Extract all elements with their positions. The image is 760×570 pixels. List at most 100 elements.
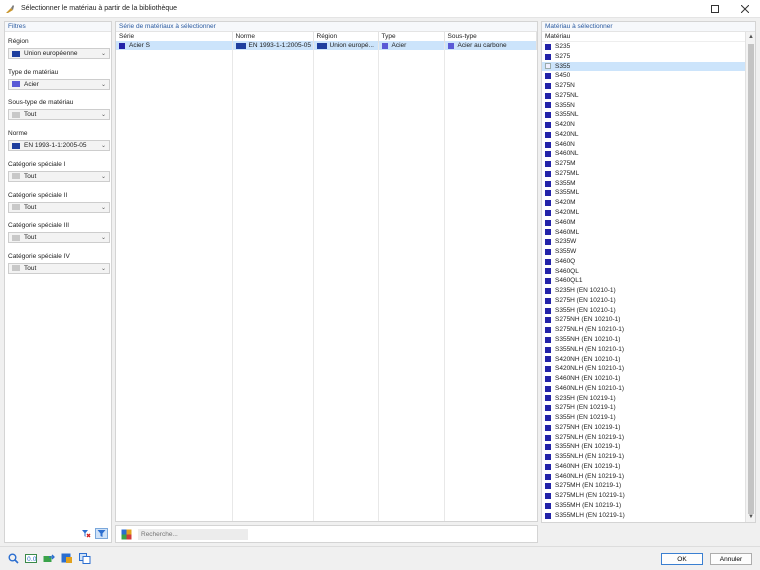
list-item[interactable]: S355W [542,247,745,257]
filter-select[interactable]: EN 1993-1-1:2005-05 ⌄ [8,140,110,152]
list-item[interactable]: S275NLH (EN 10210-1) [542,325,745,335]
list-item[interactable]: S460NLH (EN 10219-1) [542,472,745,482]
list-item[interactable]: S355NL [542,110,745,120]
list-item[interactable]: S420NLH (EN 10210-1) [542,364,745,374]
list-item[interactable]: S355 [542,61,745,72]
filter-select[interactable]: Union européenne ⌄ [8,48,110,59]
info-icon [61,553,72,563]
export-tool-button[interactable] [43,553,55,564]
list-item[interactable]: S275MH (EN 10219-1) [542,481,745,491]
list-item[interactable]: S355NH (EN 10210-1) [542,335,745,345]
list-item[interactable]: S460NL [542,149,745,159]
clear-filter-button[interactable] [79,528,92,539]
material-swatch-icon [545,161,551,168]
list-item[interactable]: S355H (EN 10219-1) [542,413,745,423]
list-item[interactable]: S275M [542,159,745,169]
list-item[interactable]: S420N [542,120,745,130]
list-item[interactable]: S275NH (EN 10210-1) [542,315,745,325]
units-tool-button[interactable]: 0.0 [25,553,37,564]
color-swatch-icon [12,111,20,118]
column-divider [232,43,233,521]
window-title: Sélectionner le matériau à partir de la … [21,5,178,12]
scroll-down-icon[interactable]: ▼ [746,512,755,522]
list-item[interactable]: S460QL [542,267,745,277]
column-header-norme[interactable]: Norme [232,32,314,41]
list-item[interactable]: S355MLH (EN 10219-1) [542,511,745,521]
scroll-thumb[interactable] [748,44,754,514]
library-settings-icon[interactable] [121,529,132,540]
search-input[interactable] [138,528,248,540]
list-item[interactable]: S235H (EN 10219-1) [542,394,745,404]
list-item[interactable]: S460QL1 [542,276,745,286]
ok-button[interactable]: OK [661,553,703,565]
list-item[interactable]: S275NLH (EN 10219-1) [542,433,745,443]
material-name: S450 [555,72,571,80]
list-item[interactable]: S275ML [542,169,745,179]
material-swatch-icon [545,307,551,314]
list-item[interactable]: S460NH (EN 10210-1) [542,374,745,384]
list-item[interactable]: S420M [542,198,745,208]
list-item[interactable]: S275 [542,52,745,62]
table-row[interactable]: Acier S EN 1993-1-1:2005-05 Union europé… [116,41,537,50]
filter-select[interactable]: Tout ⌄ [8,109,110,121]
column-header-soustype[interactable]: Sous-type [444,32,537,41]
filter-select[interactable]: Tout ⌄ [8,232,110,244]
material-name: S420M [555,199,576,207]
cancel-button[interactable]: Annuler [710,553,752,565]
list-item[interactable]: S355M [542,179,745,189]
column-header-serie[interactable]: Série [116,32,233,41]
list-item[interactable]: S275N [542,81,745,91]
list-item[interactable]: S460NLH (EN 10210-1) [542,384,745,394]
search-tool-button[interactable] [7,553,19,564]
list-item[interactable]: S275MLH (EN 10219-1) [542,491,745,501]
list-item[interactable]: S355H (EN 10210-1) [542,306,745,316]
filter-toggle-button[interactable] [95,528,108,539]
material-name: S355H (EN 10210-1) [555,306,616,314]
scroll-up-icon[interactable]: ▲ [746,32,755,42]
material-name: S460ML [555,228,580,236]
material-swatch-icon [545,248,551,255]
list-item[interactable]: S235H (EN 10210-1) [542,286,745,296]
close-button[interactable] [730,0,760,18]
materials-column-header[interactable]: Matériau [542,32,755,42]
materials-scrollbar[interactable]: ▲ ▼ [745,32,755,522]
copy-tool-button[interactable] [79,553,91,564]
list-item[interactable]: S235 [542,42,745,52]
maximize-button[interactable] [700,0,730,18]
list-item[interactable]: S355NLH (EN 10210-1) [542,345,745,355]
material-swatch-icon [545,444,551,451]
column-header-region[interactable]: Région [313,32,379,41]
chevron-down-icon: ⌄ [100,204,106,211]
list-item[interactable]: S460Q [542,257,745,267]
list-item[interactable]: S355NLH (EN 10219-1) [542,452,745,462]
list-item[interactable]: S460N [542,140,745,150]
filter-select[interactable]: Tout ⌄ [8,170,110,182]
list-item[interactable]: S355MH (EN 10219-1) [542,501,745,511]
filter-select[interactable]: Tout ⌄ [8,201,110,213]
list-item[interactable]: S420NH (EN 10210-1) [542,355,745,365]
clear-filter-icon [81,530,90,538]
copy-icon [79,553,91,564]
materials-list: S235 S275 S355 S450 S275N S275NL S355N S355NL S4… [542,42,755,521]
material-swatch-icon [545,502,551,509]
list-item[interactable]: S355ML [542,188,745,198]
filter-select[interactable]: Tout ⌄ [8,262,110,274]
list-item[interactable]: S355N [542,101,745,111]
material-name: S420ML [555,209,580,217]
list-item[interactable]: S460NH (EN 10219-1) [542,462,745,472]
list-item[interactable]: S420NL [542,130,745,140]
list-item[interactable]: S275H (EN 10210-1) [542,296,745,306]
list-item[interactable]: S275NL [542,91,745,101]
list-item[interactable]: S460ML [542,228,745,238]
list-item[interactable]: S460M [542,218,745,228]
list-item[interactable]: S355NH (EN 10219-1) [542,442,745,452]
column-header-type[interactable]: Type [378,32,445,41]
info-tool-button[interactable] [61,553,73,564]
list-item[interactable]: S420ML [542,208,745,218]
list-item[interactable]: S235W [542,237,745,247]
column-divider [313,43,314,521]
list-item[interactable]: S275NH (EN 10219-1) [542,423,745,433]
list-item[interactable]: S450 [542,71,745,81]
list-item[interactable]: S275H (EN 10219-1) [542,403,745,413]
filter-select[interactable]: Acier ⌄ [8,78,110,90]
